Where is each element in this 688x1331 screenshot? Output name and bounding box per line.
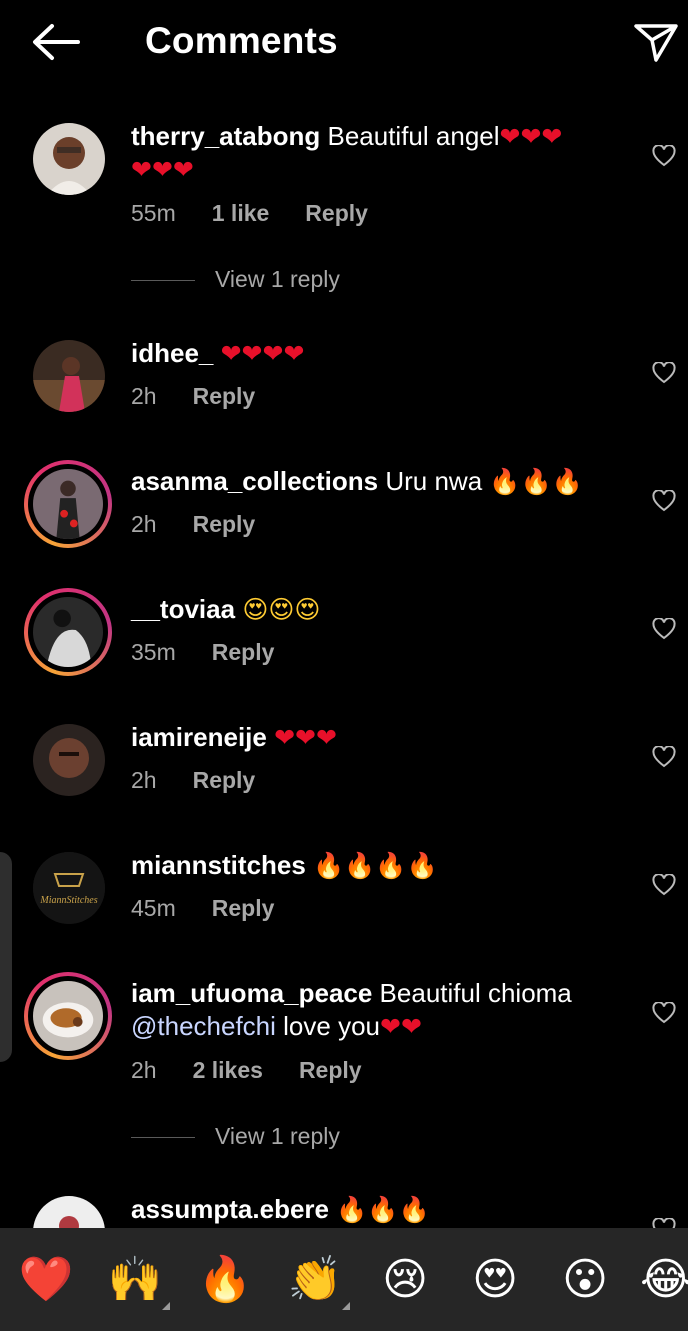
comment-time: 2h: [131, 767, 157, 793]
avatar[interactable]: [33, 340, 105, 412]
like-heart-icon[interactable]: [652, 145, 676, 167]
avatar-story[interactable]: [24, 460, 112, 548]
comment-time: 2h: [131, 511, 157, 537]
avatar-story[interactable]: [24, 588, 112, 676]
comment-time: 2h: [131, 1057, 157, 1083]
comment-time: 35m: [131, 639, 176, 665]
comment-meta: 2h 2 likes Reply: [131, 1057, 398, 1084]
heart-emojis: ❤❤❤: [131, 155, 194, 184]
heart-emojis: ❤❤❤: [499, 122, 563, 151]
comment-text: Beautiful chioma: [372, 978, 572, 1008]
fire-emojis: 🔥🔥🔥: [336, 1195, 430, 1224]
back-button[interactable]: [30, 22, 82, 62]
avatar-brand-logo: MiannStitches: [39, 895, 97, 906]
top-bar: Comments: [0, 0, 688, 84]
reply-button[interactable]: Reply: [193, 383, 256, 409]
comment-username[interactable]: __toviaa: [131, 594, 235, 624]
avatar-image: [33, 597, 103, 667]
likes-count[interactable]: 2 likes: [193, 1057, 263, 1083]
fire-emojis: 🔥🔥🔥🔥: [313, 851, 438, 880]
view-replies-label[interactable]: View 1 reply: [215, 1123, 340, 1150]
like-heart-icon[interactable]: [652, 490, 676, 512]
comment-text: [213, 338, 220, 368]
comment-username[interactable]: therry_atabong: [131, 121, 320, 151]
skin-tone-indicator: [162, 1302, 170, 1310]
view-replies-label[interactable]: View 1 reply: [215, 266, 340, 293]
share-button[interactable]: [632, 20, 680, 64]
emoji-surprised-button[interactable]: 😮: [555, 1250, 615, 1310]
comment-time: 2h: [131, 383, 157, 409]
like-heart-icon[interactable]: [652, 746, 676, 768]
like-heart-icon[interactable]: [652, 362, 676, 384]
mention-link[interactable]: @thechefchi: [131, 1011, 276, 1041]
avatar-image: [33, 469, 103, 539]
page-title: Comments: [145, 20, 338, 61]
comment-meta: 2h Reply: [131, 511, 291, 538]
comment-username[interactable]: iamireneije: [131, 722, 267, 752]
emoji-clap-button[interactable]: 👏: [285, 1250, 345, 1310]
comment-text: Beautiful angel: [320, 121, 500, 151]
comment-username[interactable]: miannstitches: [131, 850, 306, 880]
comment-time: 45m: [131, 895, 176, 921]
likes-count[interactable]: 1 like: [212, 200, 270, 226]
heart-emojis: ❤❤: [380, 1012, 422, 1041]
heart-emojis: ❤❤❤: [274, 723, 337, 752]
comment-meta: 55m 1 like Reply: [131, 200, 404, 227]
reply-button[interactable]: Reply: [193, 767, 256, 793]
reply-button[interactable]: Reply: [212, 639, 275, 665]
comment-time: 55m: [131, 200, 176, 226]
emoji-crying-button[interactable]: 😢: [375, 1250, 435, 1310]
comment-username[interactable]: iam_ufuoma_peace: [131, 978, 372, 1008]
arrow-left-icon: [33, 24, 80, 60]
emoji-fire-button[interactable]: 🔥: [195, 1250, 255, 1310]
comment-meta: 45m Reply: [131, 895, 310, 922]
emoji-heart-eyes-button[interactable]: 😍: [465, 1250, 525, 1310]
avatar[interactable]: [33, 724, 105, 796]
comment-text: [306, 850, 313, 880]
edge-panel-handle[interactable]: [0, 852, 12, 1062]
reply-button[interactable]: Reply: [299, 1057, 362, 1083]
avatar[interactable]: [33, 123, 105, 195]
emoji-laughing-button[interactable]: 😂: [640, 1250, 688, 1310]
comment-username[interactable]: idhee_: [131, 338, 213, 368]
comment-text: love you: [275, 1011, 380, 1041]
reply-button[interactable]: Reply: [193, 511, 256, 537]
comment-username[interactable]: assumpta.ebere: [131, 1194, 329, 1224]
avatar[interactable]: MiannStitches: [33, 852, 105, 924]
comment-username[interactable]: asanma_collections: [131, 466, 378, 496]
comment-text: Uru nwa: [378, 466, 490, 496]
avatar-story[interactable]: [24, 972, 112, 1060]
comment-meta: 2h Reply: [131, 383, 291, 410]
heart-emojis: ❤❤❤❤: [220, 339, 305, 368]
divider: [131, 1137, 195, 1138]
like-heart-icon[interactable]: [652, 618, 676, 640]
skin-tone-indicator: [342, 1302, 350, 1310]
heart-eyes-emojis: 😍😍😍: [242, 595, 321, 624]
like-heart-icon[interactable]: [652, 874, 676, 896]
emoji-quick-bar: ❤️ 🙌 🔥 👏 😢 😍 😮 😂: [0, 1228, 688, 1331]
comment-meta: 35m Reply: [131, 639, 310, 666]
avatar-image: [33, 981, 103, 1051]
like-heart-icon[interactable]: [652, 1002, 676, 1024]
emoji-heart-button[interactable]: ❤️: [16, 1250, 76, 1310]
reply-button[interactable]: Reply: [212, 895, 275, 921]
emoji-raised-hands-button[interactable]: 🙌: [105, 1250, 165, 1310]
fire-emojis: 🔥🔥🔥: [489, 467, 583, 496]
comment-meta: 2h Reply: [131, 767, 291, 794]
reply-button[interactable]: Reply: [305, 200, 368, 226]
comment-text: [267, 722, 274, 752]
paper-plane-icon: [634, 24, 678, 62]
divider: [131, 280, 195, 281]
